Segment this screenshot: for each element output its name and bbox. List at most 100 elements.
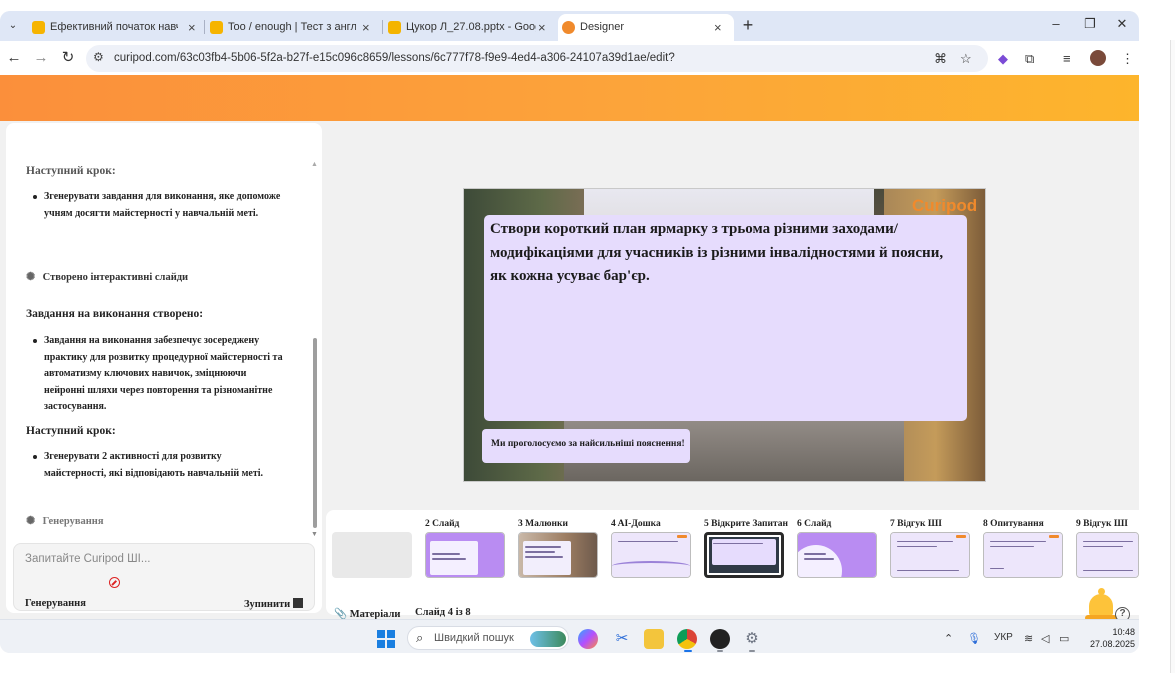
task-created-heading: Завдання на виконання створено:	[26, 308, 204, 320]
scroll-down-arrow[interactable]: ▼	[311, 531, 318, 538]
clock[interactable]: 10:48 27.08.2025	[1083, 626, 1135, 650]
close-icon[interactable]: ×	[188, 14, 196, 41]
notification-bell-icon[interactable]	[1085, 586, 1119, 622]
slide-thumb-8[interactable]	[983, 532, 1063, 578]
site-info-icon[interactable]: ⚙	[93, 50, 104, 64]
slide-thumb-7[interactable]	[890, 532, 970, 578]
slide-label-2: 2 Слайд	[425, 519, 460, 529]
url-text: curipod.com/63c03fb4-5b06-5f2a-b27f-e15c…	[114, 52, 675, 64]
stop-button[interactable]: Зупинити	[244, 598, 304, 610]
profile-avatar[interactable]	[1090, 50, 1106, 66]
close-icon[interactable]: ×	[714, 14, 722, 41]
bookmark-star-icon[interactable]: ☆	[960, 51, 972, 67]
status-generating: ✺ Генерування	[26, 514, 104, 527]
status-created-label: Створено інтерактивні слайди	[42, 272, 189, 283]
tab-strip: ⌄ Ефективний початок навчаль × Too / eno…	[0, 11, 1139, 41]
tab-title: Цукор Л_27.08.pptx - Google P	[406, 21, 536, 33]
language-indicator[interactable]: УКР	[994, 632, 1013, 643]
search-icon: ⌕	[416, 630, 424, 645]
question-text[interactable]: Створи короткий план ярмарку з трьома рі…	[490, 218, 960, 289]
new-tab-button[interactable]: +	[740, 15, 756, 36]
slide-counter: Слайд 4 із 8	[415, 607, 471, 618]
slide-label-5: 5 Відкрите Запитан	[704, 519, 788, 529]
vote-text: Ми проголосуємо за найсильніші пояснення…	[491, 439, 685, 449]
back-icon[interactable]: ←	[5, 49, 23, 67]
chat-input-placeholder: Запитайте Curipod ШІ...	[25, 553, 151, 565]
tab-title: Ефективний початок навчаль	[50, 21, 178, 33]
tab-search-icon[interactable]: ⌄	[4, 18, 22, 34]
slide-label-6: 6 Слайд	[797, 519, 832, 529]
clock-date: 27.08.2025	[1089, 639, 1135, 649]
search-highlight-icon	[530, 631, 566, 647]
slide-label-4: 4 AI-Дошка	[611, 519, 661, 529]
scroll-up-arrow[interactable]: ▲	[311, 161, 318, 168]
minimize-button[interactable]: –	[1048, 16, 1064, 31]
brain-icon: ✺	[26, 271, 36, 283]
docs-icon	[32, 21, 45, 34]
slide-label-9: 9 Відгук ШІ	[1076, 519, 1128, 529]
slide-thumb-2[interactable]	[425, 532, 505, 578]
restore-button[interactable]: ❐	[1082, 16, 1098, 32]
slides-strip: 2 Слайд 3 Малюнки 4 AI-Дошка 5 Відкрите …	[326, 510, 1139, 620]
chrome-icon[interactable]	[677, 629, 697, 649]
browser-window: ⌄ Ефективний початок навчаль × Too / eno…	[0, 11, 1139, 653]
slide-label-8: 8 Опитування	[983, 519, 1044, 529]
taskbar-search[interactable]: ⌕ Швидкий пошук	[407, 626, 569, 650]
curipod-logo: Curipod	[912, 196, 978, 215]
tab-tsukor-slides[interactable]: Цукор Л_27.08.pptx - Google P ×	[384, 14, 558, 41]
close-icon[interactable]: ×	[538, 14, 546, 41]
slide-label-7: 7 Відгук ШІ	[890, 519, 942, 529]
extensions-icon[interactable]: ⧉	[1025, 51, 1034, 67]
snipping-tool-icon[interactable]: ✂	[612, 629, 632, 649]
status-generating-label: Генерування	[42, 516, 104, 527]
copilot-icon[interactable]	[578, 629, 598, 649]
next-step-heading: Наступний крок:	[26, 165, 116, 177]
slide-thumb-placeholder[interactable]	[332, 532, 412, 578]
wifi-icon[interactable]: ≋	[1024, 632, 1033, 645]
address-bar[interactable]: ⚙ curipod.com/63c03fb4-5b06-5f2a-b27f-e1…	[86, 45, 988, 72]
extension-puzzle-purple-icon[interactable]: ◆	[998, 51, 1008, 67]
slide-thumb-9[interactable]	[1076, 532, 1139, 578]
slide-thumb-6[interactable]	[797, 532, 877, 578]
file-explorer-icon[interactable]	[644, 629, 664, 649]
taskbar-search-placeholder: Швидкий пошук	[434, 632, 514, 644]
reload-icon[interactable]: ↻	[59, 49, 77, 67]
volume-icon[interactable]: ◁	[1041, 632, 1049, 645]
settings-gear-icon[interactable]: ⚙	[742, 629, 762, 649]
tab-designer[interactable]: Designer ×	[558, 14, 734, 41]
forward-icon[interactable]: →	[32, 49, 50, 67]
slide-thumb-3[interactable]	[518, 532, 598, 578]
task-created-item: Завдання на виконання забезпечує зосеред…	[33, 333, 284, 416]
docs-icon	[210, 21, 223, 34]
slide-thumb-5-selected[interactable]	[704, 532, 784, 578]
recorder-icon[interactable]	[710, 629, 730, 649]
microphone-icon[interactable]: 🎙	[967, 632, 981, 645]
slide-label-3: 3 Малюнки	[518, 519, 568, 529]
chevron-up-icon[interactable]: ⌃	[944, 632, 953, 645]
next-step-heading-2: Наступний крок:	[26, 425, 116, 437]
menu-kebab-icon[interactable]: ⋮	[1121, 51, 1134, 67]
chat-input-box[interactable]: Запитайте Curipod ШІ... Генерування Зупи…	[13, 543, 315, 611]
tab-too-enough[interactable]: Too / enough | Тест з англійськ ×	[206, 14, 382, 41]
page-edge	[1170, 40, 1175, 673]
ai-chat-panel: Наступний крок: Згенерувати завдання для…	[6, 123, 322, 613]
next-step-item-2: Згенерувати 2 активності для розвитку ма…	[33, 449, 284, 482]
media-control-icon[interactable]: ≡	[1063, 51, 1071, 66]
windows-taskbar: ⌕ Швидкий пошук ✂ ⚙ ⌃ 🎙 УКР ≋ ◁ ▭ 10:48 …	[0, 619, 1139, 653]
close-window-button[interactable]: ✕	[1114, 16, 1130, 32]
translate-icon[interactable]: ⌘	[934, 51, 947, 67]
chat-history: Наступний крок: Згенерувати завдання для…	[6, 123, 322, 533]
windows-start-icon[interactable]	[377, 630, 395, 648]
stop-button-label: Зупинити	[244, 599, 291, 610]
clock-time: 10:48	[1112, 627, 1135, 637]
browser-toolbar: ← → ↻ ⚙ curipod.com/63c03fb4-5b06-5f2a-b…	[0, 41, 1139, 75]
battery-icon[interactable]: ▭	[1059, 632, 1069, 645]
slide-canvas[interactable]: Curipod Створи короткий план ярмарку з т…	[463, 188, 986, 482]
brain-icon: ✺	[26, 515, 36, 527]
generating-label: Генерування	[25, 598, 86, 609]
chat-scrollbar[interactable]	[313, 338, 317, 528]
close-icon[interactable]: ×	[362, 14, 370, 41]
tab-efektyvnyi[interactable]: Ефективний початок навчаль ×	[28, 14, 204, 41]
tab-title: Too / enough | Тест з англійськ	[228, 21, 356, 33]
slide-thumb-4[interactable]	[611, 532, 691, 578]
